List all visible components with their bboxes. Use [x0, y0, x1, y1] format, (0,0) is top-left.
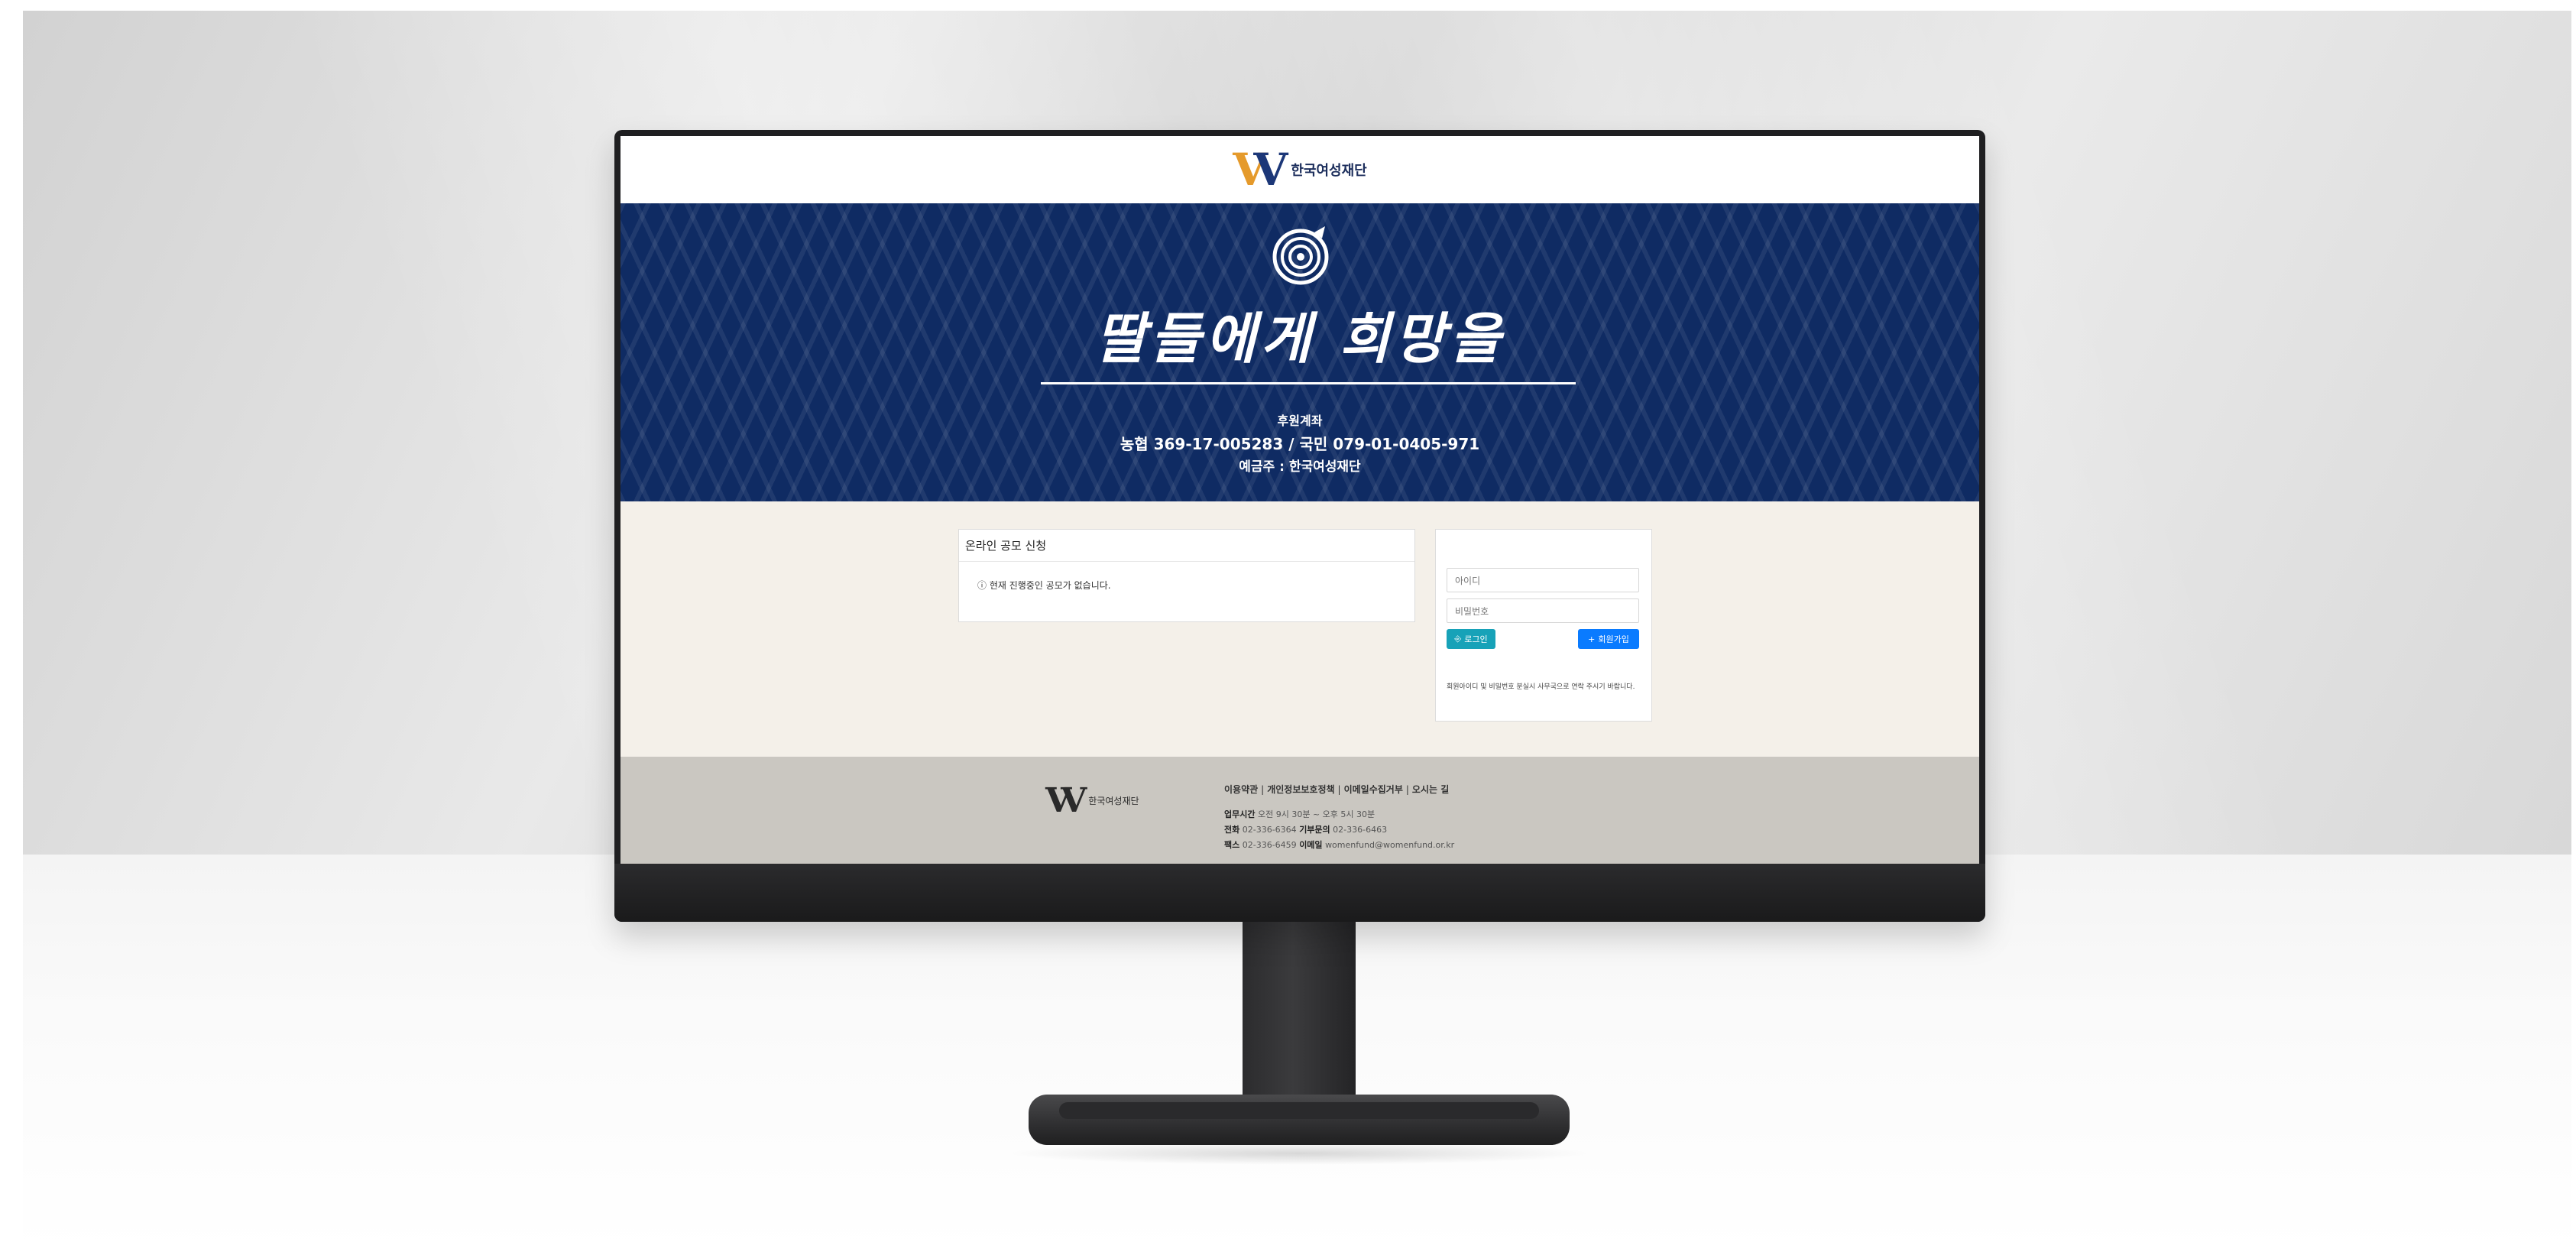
donation-title: 후원계좌	[1277, 414, 1323, 428]
footer-fax-line: 팩스 02-336-6459 이메일 womenfund@womenfund.o…	[1224, 838, 1454, 853]
hours-label: 업무시간	[1224, 809, 1256, 819]
login-button[interactable]: ⎆ 로그인	[1447, 629, 1495, 649]
footer-links: 이용약관 | 개인정보보호정책 | 이메일수집거부 | 오시는 길	[1224, 783, 1449, 796]
banner-divider	[1041, 382, 1576, 384]
no-contest-message: ⓘ 현재 진행중인 공모가 없습니다.	[977, 580, 1111, 591]
rose-icon	[1272, 226, 1329, 285]
login-card: 아이디 비밀번호 ⎆ 로그인 + 회원가입 회원아이디 및 비밀번호 분실시 사…	[1435, 529, 1652, 722]
site-logo[interactable]: VV 한국여성재단	[1233, 148, 1366, 192]
logo-text: 한국여성재단	[1291, 163, 1367, 179]
phone-label: 전화	[1224, 825, 1240, 835]
main-content: 온라인 공모 신청 ⓘ 현재 진행중인 공모가 없습니다. 아이디 비밀번호 ⎆…	[621, 501, 1979, 757]
login-button-label: 로그인	[1464, 634, 1488, 644]
divider: |	[1261, 784, 1265, 795]
footer-phone-line: 전화 02-336-6364 기부문의 02-336-6463	[1224, 822, 1454, 838]
footer-link-directions[interactable]: 오시는 길	[1412, 784, 1449, 795]
email-label: 이메일	[1299, 840, 1323, 850]
donate-phone-value: 02-336-6463	[1333, 825, 1388, 835]
monitor-stand-base	[1029, 1095, 1570, 1145]
site-footer: VV 한국여성재단 이용약관 | 개인정보보호정책 | 이메일수집거부 | 오시는 길 업무…	[621, 757, 1979, 864]
site-header: VV 한국여성재단	[621, 136, 1979, 203]
monitor-stand-neck	[1243, 922, 1356, 1101]
footer-hours-line: 업무시간 오전 9시 30분 ~ 오후 5시 30분	[1224, 807, 1454, 822]
lock-icon: ⎆	[1454, 634, 1462, 644]
donation-accounts: 농협 369-17-005283 / 국민 079-01-0405-971	[1120, 435, 1480, 453]
footer-logo: VV 한국여성재단	[1045, 781, 1139, 820]
apply-card-title: 온라인 공모 신청	[959, 530, 1414, 562]
email-value[interactable]: womenfund@womenfund.or.kr	[1325, 840, 1454, 850]
divider: |	[1405, 784, 1409, 795]
footer-link-privacy[interactable]: 개인정보보호정책	[1267, 784, 1334, 795]
monitor-bottom-bezel	[614, 864, 1985, 922]
donate-label: 기부문의	[1299, 825, 1330, 835]
join-button-label: 회원가입	[1598, 634, 1629, 644]
monitor: VV 한국여성재단 딸들에게 희망을 후원계좌 농협 369-17-005283…	[614, 130, 1985, 922]
footer-logo-text: 한국여성재단	[1088, 796, 1139, 806]
join-button[interactable]: + 회원가입	[1578, 629, 1639, 649]
id-input[interactable]: 아이디	[1447, 568, 1639, 592]
account-owner: 예금주 : 한국여성재단	[1239, 459, 1361, 475]
slogan-calligraphy: 딸들에게 희망을	[1094, 306, 1505, 371]
divider: |	[1337, 784, 1341, 795]
hero-banner: 딸들에게 희망을 후원계좌 농협 369-17-005283 / 국민 079-…	[621, 203, 1979, 501]
monitor-screen: VV 한국여성재단 딸들에게 희망을 후원계좌 농협 369-17-005283…	[621, 136, 1979, 864]
footer-contact-info: 업무시간 오전 9시 30분 ~ 오후 5시 30분 전화 02-336-636…	[1224, 807, 1454, 853]
online-apply-card: 온라인 공모 신청 ⓘ 현재 진행중인 공모가 없습니다.	[958, 529, 1415, 622]
stand-shadow	[1006, 1142, 1593, 1165]
logo-w-icon: VV	[1233, 144, 1288, 196]
password-input[interactable]: 비밀번호	[1447, 598, 1639, 623]
fax-label: 팩스	[1224, 840, 1240, 850]
login-help-note: 회원아이디 및 비밀번호 분실시 사무국으로 연락 주시기 바랍니다.	[1447, 683, 1635, 691]
footer-link-email-refusal[interactable]: 이메일수집거부	[1344, 784, 1403, 795]
footer-link-terms[interactable]: 이용약관	[1224, 784, 1258, 795]
user-plus-icon: +	[1588, 634, 1596, 644]
donation-account-info: 후원계좌 농협 369-17-005283 / 국민 079-01-0405-9…	[621, 410, 1979, 478]
footer-logo-w-icon: VV	[1045, 781, 1087, 820]
hours-value: 오전 9시 30분 ~ 오후 5시 30분	[1257, 809, 1375, 819]
phone-value: 02-336-6364	[1242, 825, 1297, 835]
fax-value: 02-336-6459	[1242, 840, 1297, 850]
